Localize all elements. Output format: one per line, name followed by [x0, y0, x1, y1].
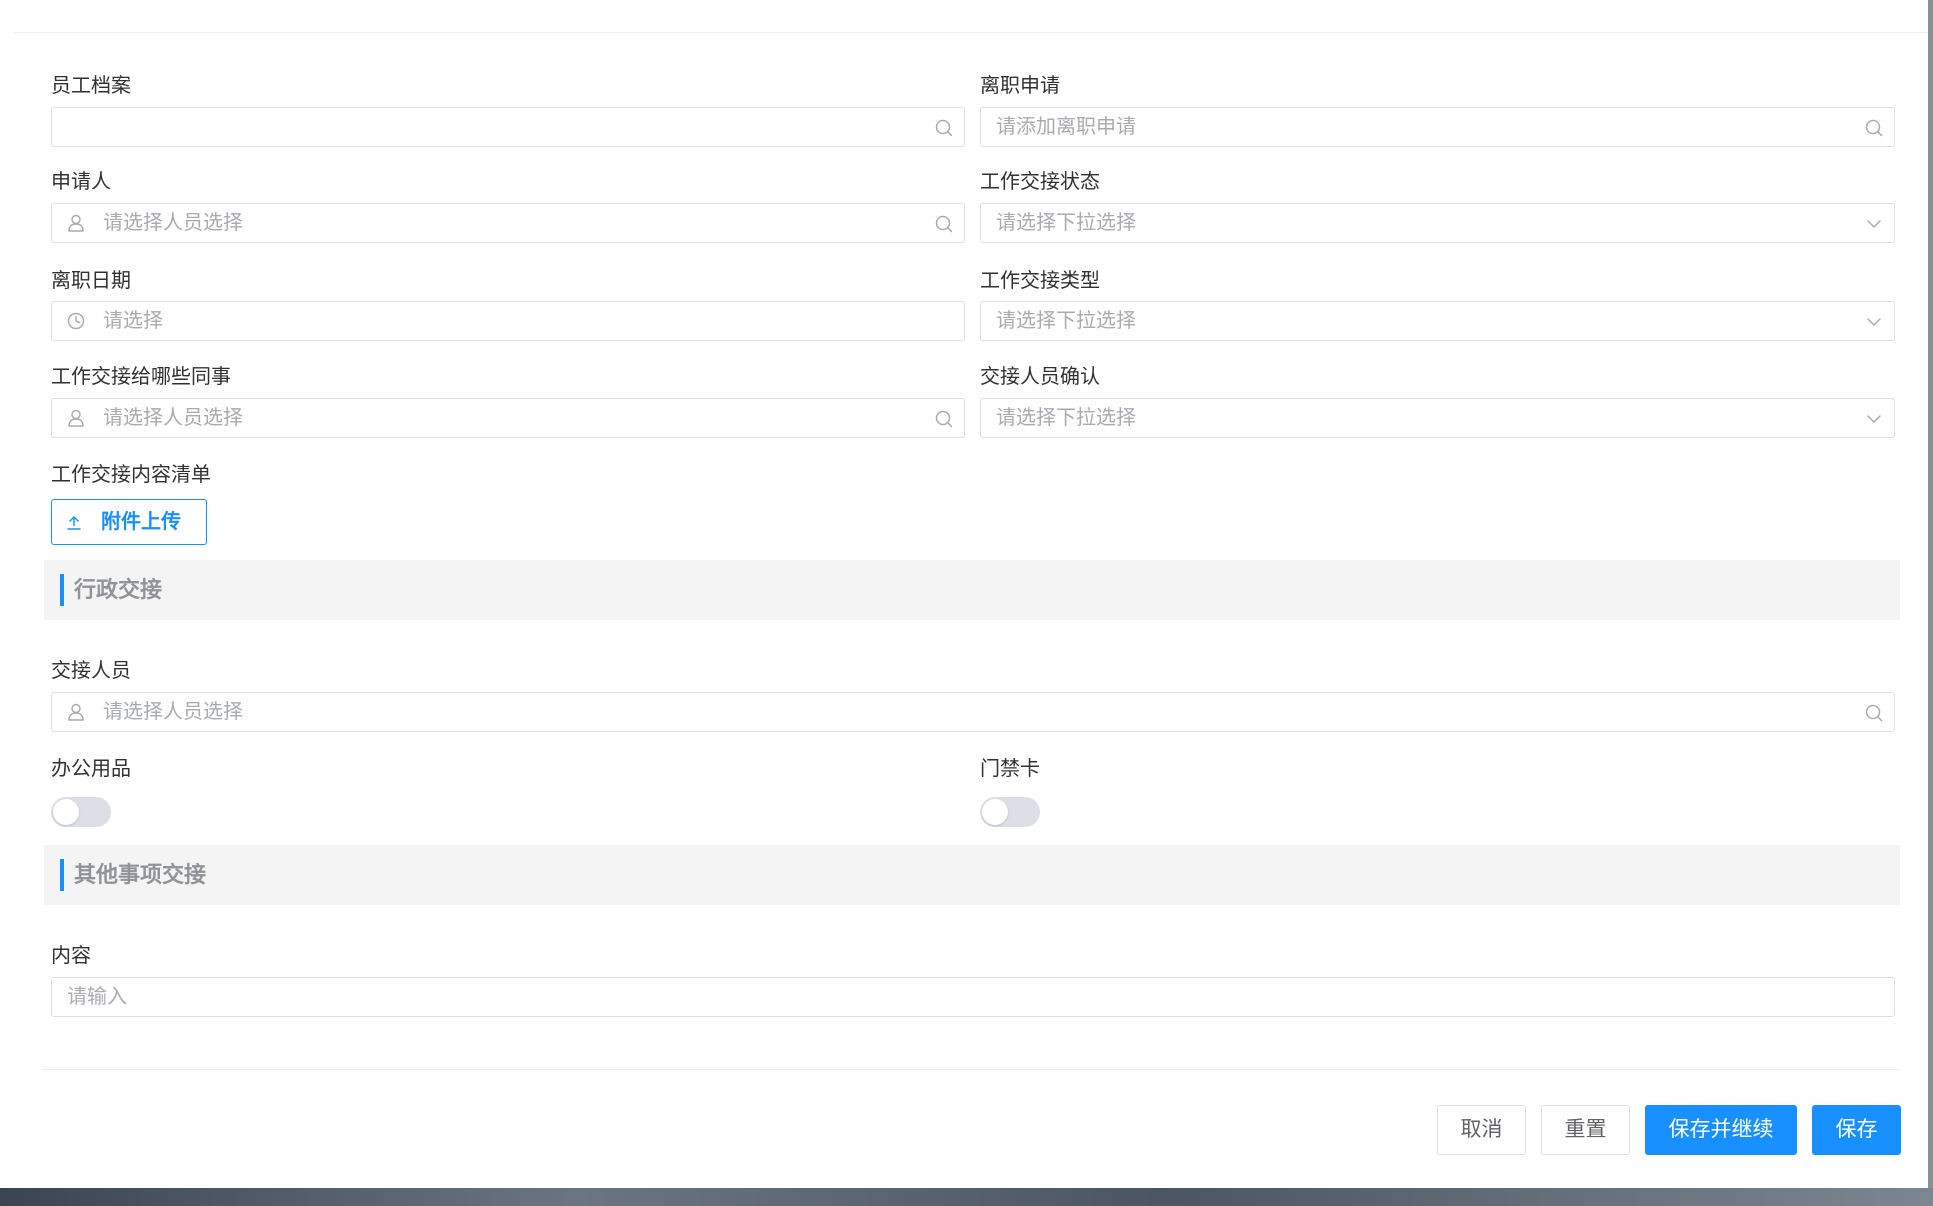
resignation-request-input[interactable]: 请添加离职申请	[980, 107, 1895, 147]
content-placeholder: 请输入	[67, 986, 127, 1008]
chevron-down-icon[interactable]	[1864, 214, 1884, 234]
resignation-date-label: 离职日期	[51, 270, 131, 292]
applicant-placeholder: 请选择人员选择	[103, 212, 243, 234]
resignation-date-picker[interactable]: 请选择	[51, 301, 965, 341]
employee-file-label: 员工档案	[51, 75, 131, 97]
handover-status-label: 工作交接状态	[980, 171, 1100, 193]
handover-type-label: 工作交接类型	[980, 270, 1100, 292]
handover-status-select[interactable]: 请选择下拉选择	[980, 203, 1895, 243]
switch-knob	[53, 799, 79, 825]
user-icon	[66, 213, 86, 233]
access-card-label: 门禁卡	[980, 758, 1040, 780]
handover-type-select[interactable]: 请选择下拉选择	[980, 301, 1895, 341]
admin-handover-section-header: 行政交接	[44, 560, 1900, 620]
handover-confirm-label: 交接人员确认	[980, 366, 1100, 388]
resignation-handover-dialog: 员工档案 离职申请 请添加离职申请 申请人 请选择人员选择 工作交接状态 请选择…	[0, 0, 1933, 1188]
background-strip	[0, 1188, 1933, 1206]
content-label: 内容	[51, 945, 91, 967]
handover-confirm-select[interactable]: 请选择下拉选择	[980, 398, 1895, 438]
handover-type-placeholder: 请选择下拉选择	[996, 310, 1136, 332]
applicant-input[interactable]: 请选择人员选择	[51, 203, 965, 243]
other-handover-title: 其他事项交接	[74, 862, 207, 887]
office-supplies-label: 办公用品	[51, 758, 131, 780]
handover-person-input[interactable]: 请选择人员选择	[51, 692, 1895, 732]
resignation-date-placeholder: 请选择	[103, 310, 163, 332]
save-button[interactable]: 保存	[1812, 1105, 1901, 1155]
header-divider	[14, 32, 1928, 33]
attachment-upload-button[interactable]: 附件上传	[51, 499, 207, 545]
search-icon[interactable]	[934, 409, 954, 429]
search-icon[interactable]	[1864, 118, 1884, 138]
attachment-upload-label: 附件上传	[101, 511, 181, 533]
clock-icon	[66, 311, 86, 331]
chevron-down-icon[interactable]	[1864, 312, 1884, 332]
handover-colleagues-input[interactable]: 请选择人员选择	[51, 398, 965, 438]
office-supplies-switch[interactable]	[51, 797, 111, 827]
applicant-label: 申请人	[51, 171, 111, 193]
section-accent-bar	[60, 859, 64, 891]
cancel-button[interactable]: 取消	[1437, 1105, 1526, 1155]
handover-status-placeholder: 请选择下拉选择	[996, 212, 1136, 234]
search-icon[interactable]	[934, 214, 954, 234]
user-icon	[66, 702, 86, 722]
employee-file-input[interactable]	[51, 107, 965, 147]
upload-icon	[65, 514, 83, 532]
handover-person-label: 交接人员	[51, 660, 131, 682]
resignation-request-label: 离职申请	[980, 75, 1060, 97]
save-and-continue-button[interactable]: 保存并继续	[1645, 1105, 1797, 1155]
user-icon	[66, 408, 86, 428]
handover-confirm-placeholder: 请选择下拉选择	[996, 407, 1136, 429]
other-handover-section-header: 其他事项交接	[44, 845, 1900, 905]
admin-handover-title: 行政交接	[74, 577, 163, 602]
section-accent-bar	[60, 574, 64, 606]
search-icon[interactable]	[1864, 703, 1884, 723]
content-input[interactable]: 请输入	[51, 977, 1895, 1017]
search-icon[interactable]	[934, 118, 954, 138]
footer-divider	[42, 1069, 1900, 1070]
chevron-down-icon[interactable]	[1864, 409, 1884, 429]
switch-knob	[982, 799, 1008, 825]
reset-button[interactable]: 重置	[1541, 1105, 1630, 1155]
resignation-request-placeholder: 请添加离职申请	[996, 116, 1136, 138]
handover-colleagues-label: 工作交接给哪些同事	[51, 366, 231, 388]
handover-colleagues-placeholder: 请选择人员选择	[103, 407, 243, 429]
handover-person-placeholder: 请选择人员选择	[103, 701, 243, 723]
handover-list-label: 工作交接内容清单	[51, 464, 211, 486]
access-card-switch[interactable]	[980, 797, 1040, 827]
